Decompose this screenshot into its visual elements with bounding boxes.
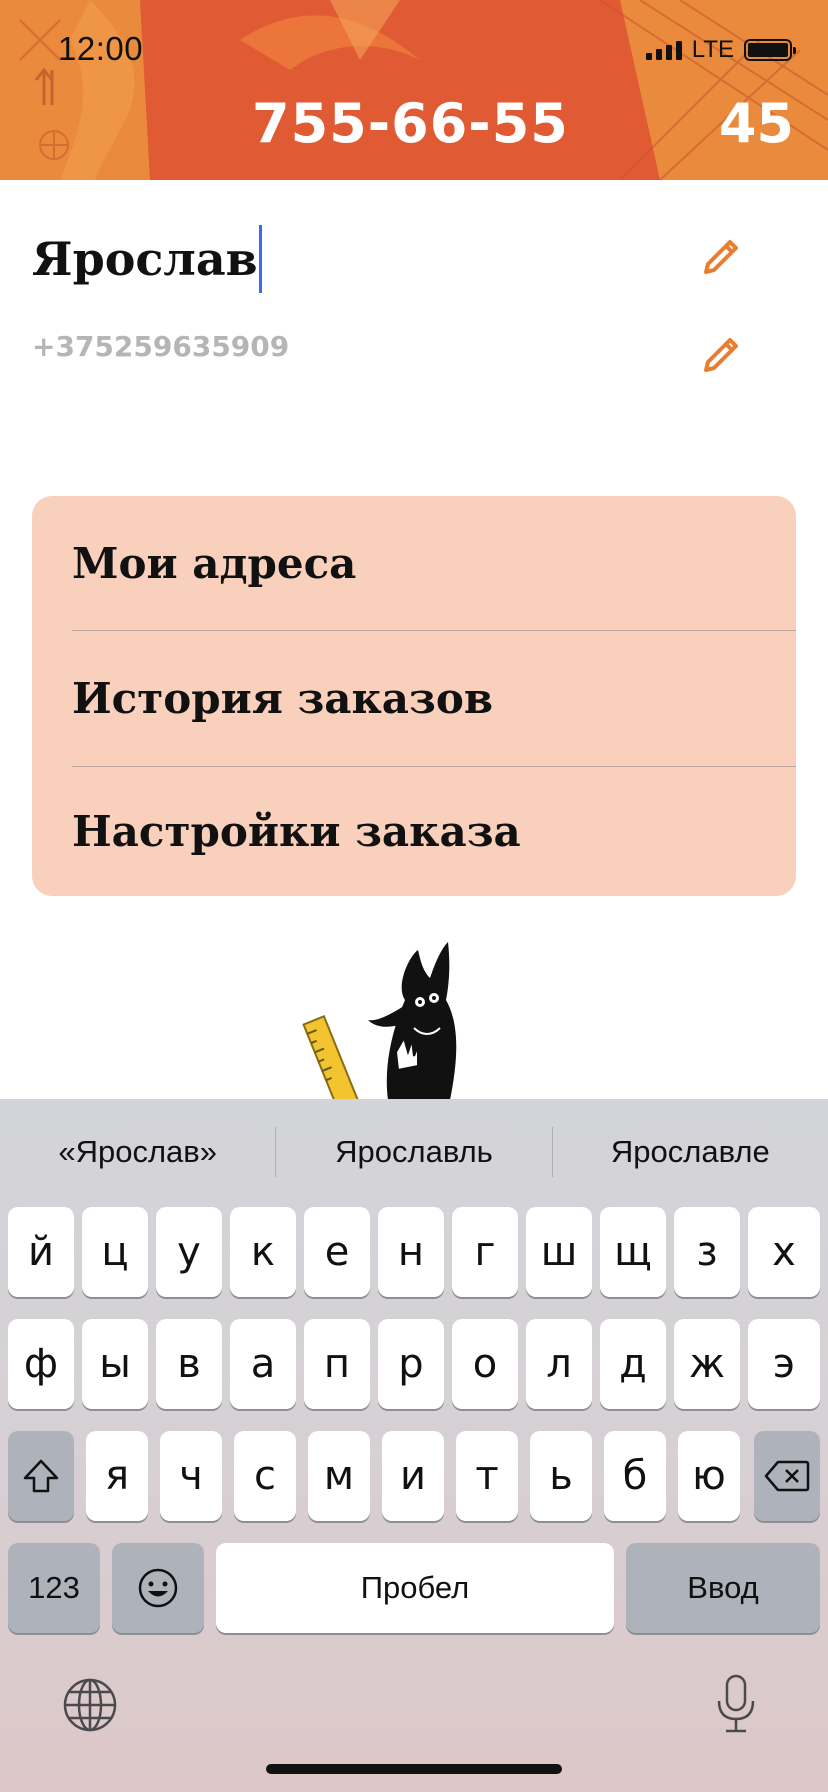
globe-icon xyxy=(63,1678,117,1732)
home-indicator[interactable] xyxy=(266,1764,562,1774)
emoji-key[interactable] xyxy=(112,1543,204,1633)
profile-menu: Мои адреса История заказов Настройки зак… xyxy=(32,496,796,896)
name-value: Ярослав xyxy=(32,232,258,286)
header-counter: 45 xyxy=(718,92,794,155)
menu-item-order-settings[interactable]: Настройки заказа xyxy=(72,767,796,896)
key-letter[interactable]: н xyxy=(378,1207,444,1297)
key-letter[interactable]: е xyxy=(304,1207,370,1297)
key-letter[interactable]: з xyxy=(674,1207,740,1297)
suggestion-bar: «Ярослав» Ярославль Ярославле xyxy=(0,1099,828,1205)
microphone-icon xyxy=(717,1674,755,1733)
key-letter[interactable]: в xyxy=(156,1319,222,1409)
phone-field[interactable]: +375259635909 xyxy=(32,330,289,363)
key-letter[interactable]: ц xyxy=(82,1207,148,1297)
header-phone-link[interactable]: 755-66-55 xyxy=(252,92,569,155)
name-input[interactable]: Ярослав xyxy=(32,222,592,296)
on-screen-keyboard: «Ярослав» Ярославль Ярославле й ц у к е … xyxy=(0,1099,828,1792)
key-letter[interactable]: л xyxy=(526,1319,592,1409)
status-indicators: LTE xyxy=(645,36,796,64)
numbers-key[interactable]: 123 xyxy=(8,1543,100,1633)
battery-icon xyxy=(744,39,796,61)
shift-icon xyxy=(23,1459,59,1493)
return-key[interactable]: Ввод xyxy=(626,1543,820,1633)
key-letter[interactable]: ф xyxy=(8,1319,74,1409)
key-letter[interactable]: э xyxy=(748,1319,820,1409)
key-letter[interactable]: я xyxy=(86,1431,148,1521)
space-key[interactable]: Пробел xyxy=(216,1543,614,1633)
backspace-key[interactable] xyxy=(754,1431,820,1521)
edit-phone-button[interactable] xyxy=(694,330,746,382)
key-letter[interactable]: и xyxy=(382,1431,444,1521)
key-letter[interactable]: к xyxy=(230,1207,296,1297)
pencil-icon xyxy=(704,338,738,372)
dictation-button[interactable] xyxy=(706,1671,766,1737)
key-letter[interactable]: х xyxy=(748,1207,820,1297)
key-letter[interactable]: м xyxy=(308,1431,370,1521)
suggestion-1[interactable]: «Ярослав» xyxy=(0,1134,275,1170)
status-time: 12:00 xyxy=(58,30,144,67)
key-letter[interactable]: б xyxy=(604,1431,666,1521)
network-type: LTE xyxy=(691,36,734,63)
key-letter[interactable]: ы xyxy=(82,1319,148,1409)
key-letter[interactable]: а xyxy=(230,1319,296,1409)
emoji-icon xyxy=(138,1568,178,1608)
key-letter[interactable]: щ xyxy=(600,1207,666,1297)
globe-button[interactable] xyxy=(60,1675,120,1735)
key-letter[interactable]: ь xyxy=(530,1431,592,1521)
key-letter[interactable]: у xyxy=(156,1207,222,1297)
key-letter[interactable]: т xyxy=(456,1431,518,1521)
key-letter[interactable]: ч xyxy=(160,1431,222,1521)
key-letter[interactable]: г xyxy=(452,1207,518,1297)
key-letter[interactable]: ж xyxy=(674,1319,740,1409)
signal-icon xyxy=(645,40,682,60)
backspace-icon xyxy=(764,1460,810,1492)
key-letter[interactable]: й xyxy=(8,1207,74,1297)
key-letter[interactable]: п xyxy=(304,1319,370,1409)
key-letter[interactable]: ю xyxy=(678,1431,740,1521)
app-header: 12:00 LTE 755-66-55 45 xyxy=(0,0,828,180)
key-letter[interactable]: ш xyxy=(526,1207,592,1297)
menu-item-addresses[interactable]: Мои адреса xyxy=(72,496,796,631)
key-letter[interactable]: с xyxy=(234,1431,296,1521)
key-letter[interactable]: о xyxy=(452,1319,518,1409)
mascot-illustration xyxy=(302,942,457,1100)
key-letter[interactable]: р xyxy=(378,1319,444,1409)
suggestion-3[interactable]: Ярославле xyxy=(553,1134,828,1170)
menu-item-order-history[interactable]: История заказов xyxy=(72,631,796,767)
shift-key[interactable] xyxy=(8,1431,74,1521)
edit-name-button[interactable] xyxy=(694,232,746,284)
pencil-icon xyxy=(704,240,738,274)
suggestion-2[interactable]: Ярославль xyxy=(276,1134,551,1170)
text-cursor xyxy=(258,225,262,293)
key-letter[interactable]: д xyxy=(600,1319,666,1409)
